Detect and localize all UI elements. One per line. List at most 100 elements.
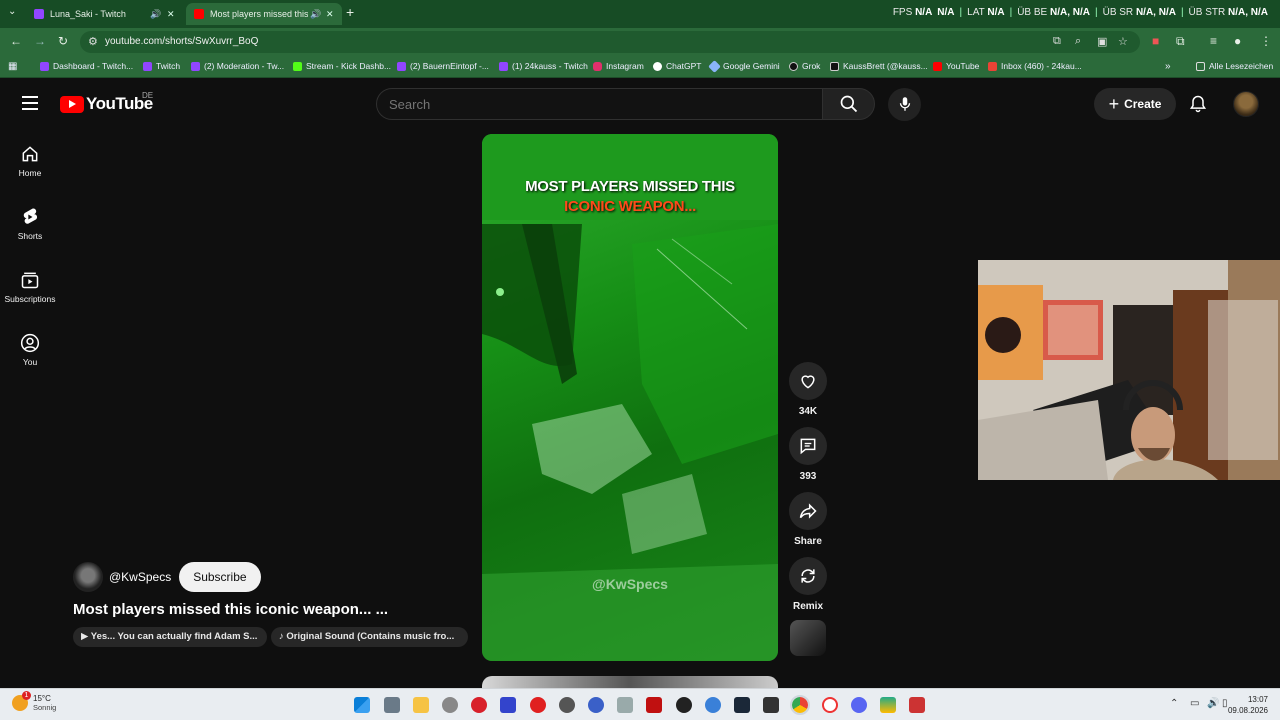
close-tab-icon[interactable]: ✕: [167, 9, 175, 20]
twitch-favicon-icon: [34, 9, 44, 19]
short-video-player[interactable]: MOST PLAYERS MISSED THIS ICONIC WEAPON..…: [482, 134, 778, 661]
subscribe-button[interactable]: Subscribe: [179, 562, 261, 592]
back-icon[interactable]: ←: [10, 34, 22, 48]
forward-icon[interactable]: →: [34, 34, 46, 48]
app-icon[interactable]: [763, 697, 779, 713]
video-watermark: @KwSpecs: [592, 576, 668, 592]
black-app-icon[interactable]: [676, 697, 692, 713]
taskbar-clock[interactable]: 13:07 09.08.2026: [1228, 694, 1268, 716]
speaker-icon[interactable]: 🔊: [150, 9, 161, 20]
comments-button[interactable]: 393: [788, 427, 828, 482]
notifications-bell-icon[interactable]: [1188, 93, 1208, 115]
bookmark-item[interactable]: Inbox (460) - 24kau...: [988, 61, 1082, 71]
short-title[interactable]: Most players missed this iconic weapon..…: [73, 601, 388, 618]
all-bookmarks[interactable]: Alle Lesezeichen: [1196, 61, 1273, 71]
address-bar[interactable]: ⚙ youtube.com/shorts/SwXuvrr_BoQ ⧉ ⌕ ▣ ☆: [80, 31, 1140, 53]
bookmark-item[interactable]: (2) BauernEintopf -...: [397, 61, 489, 71]
app-icon[interactable]: [909, 697, 925, 713]
valorant-v-icon[interactable]: [500, 697, 516, 713]
bookmark-item[interactable]: Twitch: [143, 61, 180, 71]
zoom-icon[interactable]: ⌕: [1075, 35, 1081, 48]
remix-button[interactable]: Remix: [788, 557, 828, 612]
stat-lat: LAT N/A: [967, 7, 1005, 18]
description-chip[interactable]: ▶ Yes... You can actually find Adam S...: [73, 627, 267, 647]
network-icon[interactable]: ▭: [1190, 698, 1199, 709]
account-avatar[interactable]: [1233, 91, 1259, 117]
windows-start-icon[interactable]: [354, 697, 370, 713]
browser-toolbar: ← → ↻ ⚙ youtube.com/shorts/SwXuvrr_BoQ ⧉…: [0, 28, 1280, 56]
bookmark-item[interactable]: Instagram: [593, 61, 644, 71]
reading-list-icon[interactable]: ≡: [1210, 34, 1217, 48]
mouse-app-icon[interactable]: [442, 697, 458, 713]
cast-icon[interactable]: ▣: [1097, 35, 1107, 48]
obs-icon[interactable]: [559, 697, 575, 713]
url-text[interactable]: youtube.com/shorts/SwXuvrr_BoQ: [105, 36, 258, 47]
channel-name[interactable]: @KwSpecs: [109, 570, 171, 584]
news-app-icon[interactable]: [646, 697, 662, 713]
more-bookmarks-icon[interactable]: »: [1165, 61, 1171, 72]
sound-chip[interactable]: ♪ Original Sound (Contains music fro...: [271, 627, 468, 647]
browser-tab-youtube[interactable]: Most players missed this ic 🔊 ✕: [186, 3, 342, 25]
channel-avatar[interactable]: [73, 562, 103, 592]
bookmark-item[interactable]: Grok: [789, 61, 820, 71]
close-tab-icon[interactable]: ✕: [326, 9, 334, 20]
tab-search-icon[interactable]: ⌄: [8, 6, 16, 17]
bookmark-item[interactable]: (1) 24kauss - Twitch: [499, 61, 588, 71]
hamburger-menu-icon[interactable]: [22, 96, 38, 110]
browser-tab-twitch[interactable]: Luna_Saki - Twitch 🔊 ✕: [26, 3, 181, 25]
bookmark-item[interactable]: YouTube: [933, 61, 979, 71]
bookmark-item[interactable]: Dashboard - Twitch...: [40, 61, 133, 71]
discord-icon[interactable]: [851, 697, 867, 713]
youtube-favicon-icon: [194, 9, 204, 19]
chrome-icon[interactable]: [790, 695, 810, 715]
sidebar-item-you[interactable]: You: [0, 333, 60, 367]
search-box[interactable]: [376, 88, 823, 120]
stream-stats: FPS N/A N/A | LAT N/A | ÜB BE N/A, N/A |…: [892, 7, 1268, 18]
calculator-icon[interactable]: [384, 697, 400, 713]
reload-icon[interactable]: ↻: [58, 34, 68, 48]
new-tab-button[interactable]: +: [346, 4, 354, 20]
bookmark-item[interactable]: Google Gemini: [708, 59, 780, 73]
bookmark-item[interactable]: ChatGPT: [653, 61, 701, 71]
file-explorer-icon[interactable]: [413, 697, 429, 713]
sun-icon: 1: [12, 691, 31, 711]
translate-icon[interactable]: ⧉: [1053, 35, 1061, 48]
like-button[interactable]: 34K: [788, 362, 828, 417]
sidebar-item-shorts[interactable]: Shorts: [0, 207, 60, 241]
shorts-icon: [23, 208, 38, 224]
weather-widget[interactable]: 1 15°C Sonnig: [12, 691, 56, 712]
battery-icon[interactable]: ▯: [1222, 698, 1228, 709]
red-app-icon[interactable]: [530, 697, 546, 713]
extensions-puzzle-icon[interactable]: ⧉: [1176, 34, 1185, 49]
volume-icon[interactable]: 🔊: [1207, 698, 1219, 709]
bookmark-item[interactable]: KaussBrett (@kauss...: [830, 61, 928, 71]
extension-icon[interactable]: ■: [1152, 34, 1159, 48]
bookmark-item[interactable]: (2) Moderation - Tw...: [191, 61, 284, 71]
search-button[interactable]: [822, 88, 875, 120]
discord-like-icon[interactable]: [588, 697, 604, 713]
search-input[interactable]: [389, 97, 789, 112]
tray-overflow-icon[interactable]: ⌃: [1170, 698, 1178, 709]
stat-ub-sr: ÜB SR N/A, N/A: [1102, 7, 1176, 18]
voice-search-button[interactable]: [888, 88, 921, 121]
speaker-icon[interactable]: 🔊: [308, 9, 322, 20]
riot-client-icon[interactable]: [471, 697, 487, 713]
profile-icon[interactable]: ●: [1234, 34, 1241, 48]
steam-icon[interactable]: [734, 697, 750, 713]
youtube-logo[interactable]: YouTube DE: [60, 91, 153, 114]
browser-menu-icon[interactable]: ⋮: [1260, 34, 1272, 48]
app-icon[interactable]: [880, 697, 896, 713]
webcam-feed-image: [978, 260, 1280, 480]
sidebar-item-subscriptions[interactable]: Subscriptions: [0, 270, 60, 304]
blue-app-icon[interactable]: [705, 697, 721, 713]
sound-channel-thumbnail[interactable]: [790, 620, 826, 656]
apps-grid-icon[interactable]: ▦: [8, 61, 17, 72]
site-info-icon[interactable]: ⚙: [88, 35, 98, 48]
create-button[interactable]: + Create: [1094, 88, 1176, 120]
bookmark-star-icon[interactable]: ☆: [1118, 35, 1128, 48]
sidebar-item-home[interactable]: Home: [0, 144, 60, 178]
bookmark-item[interactable]: Stream - Kick Dashb...: [293, 61, 391, 71]
settings-app-icon[interactable]: [617, 697, 633, 713]
share-button[interactable]: Share: [788, 492, 828, 547]
opera-icon[interactable]: [822, 697, 838, 713]
